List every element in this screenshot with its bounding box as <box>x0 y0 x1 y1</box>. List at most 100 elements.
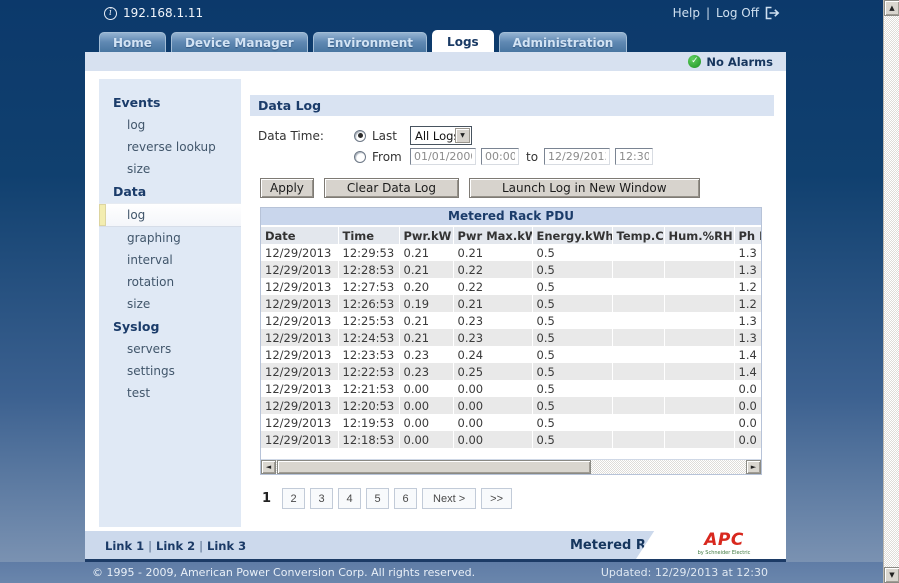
table-cell: 1.4 <box>734 363 761 380</box>
sidebar-item-data-interval[interactable]: interval <box>99 249 241 271</box>
table-cell: 1.2 <box>734 295 761 312</box>
scroll-left-button[interactable]: ◄ <box>261 460 276 474</box>
table-cell <box>664 312 734 329</box>
scroll-right-button[interactable]: ► <box>746 460 761 474</box>
sidebar-item-data-log[interactable]: log <box>99 203 241 227</box>
sidebar-item-events-log[interactable]: log <box>99 114 241 136</box>
vertical-scrollbar[interactable]: ▲ ▼ <box>883 0 899 583</box>
table-cell: 0.00 <box>399 380 453 397</box>
sidebar-item-data-size[interactable]: size <box>99 293 241 315</box>
table-cell: 0.21 <box>453 244 532 261</box>
sidebar-item-events-reverse-lookup[interactable]: reverse lookup <box>99 136 241 158</box>
from-time-input[interactable] <box>481 148 519 165</box>
table-cell: 0.20 <box>399 278 453 295</box>
to-date-input[interactable] <box>544 148 610 165</box>
table-cell: 1.3 <box>734 329 761 346</box>
column-header-temp-c: Temp.C <box>612 227 664 244</box>
table-cell: 0.0 <box>734 414 761 431</box>
last-page-button[interactable]: >> <box>481 488 512 509</box>
logoff-icon[interactable] <box>765 6 781 20</box>
footer-link-3[interactable]: Link 3 <box>207 539 246 553</box>
sidebar-item-syslog-settings[interactable]: settings <box>99 360 241 382</box>
apply-button[interactable]: Apply <box>260 178 314 198</box>
table-row: 12/29/201312:23:530.230.240.51.4 <box>261 346 761 363</box>
help-link[interactable]: Help <box>673 6 700 20</box>
table-cell: 0.5 <box>532 312 612 329</box>
table-cell: 12/29/2013 <box>261 312 338 329</box>
table-cell <box>612 431 664 448</box>
table-cell: 0.23 <box>399 363 453 380</box>
tab-bar: HomeDevice ManagerEnvironmentLogsAdminis… <box>99 30 627 53</box>
table-cell: 12:21:53 <box>338 380 399 397</box>
to-time-input[interactable] <box>615 148 653 165</box>
sidebar-section-syslog: Syslog <box>99 315 241 338</box>
table-cell <box>664 278 734 295</box>
page-button-6[interactable]: 6 <box>394 488 417 509</box>
to-label: to <box>526 150 538 164</box>
table-row: 12/29/201312:24:530.210.230.51.3 <box>261 329 761 346</box>
table-cell: 0.24 <box>453 346 532 363</box>
table-cell <box>612 397 664 414</box>
horizontal-scroll-thumb[interactable] <box>277 460 591 474</box>
logoff-link[interactable]: Log Off <box>716 6 759 20</box>
table-row: 12/29/201312:20:530.000.000.50.0 <box>261 397 761 414</box>
table-cell <box>612 380 664 397</box>
tab-environment[interactable]: Environment <box>313 32 427 53</box>
table-cell <box>664 261 734 278</box>
table-cell: 12/29/2013 <box>261 278 338 295</box>
link-separator: | <box>195 539 207 553</box>
table-cell: 0.00 <box>453 380 532 397</box>
table-row: 12/29/201312:25:530.210.230.51.3 <box>261 312 761 329</box>
launch-log-button[interactable]: Launch Log in New Window <box>469 178 700 198</box>
footer-link-2[interactable]: Link 2 <box>156 539 195 553</box>
table-cell: 0.23 <box>453 329 532 346</box>
tab-home[interactable]: Home <box>99 32 166 53</box>
page-title: Data Log <box>250 95 774 116</box>
sidebar-item-data-rotation[interactable]: rotation <box>99 271 241 293</box>
table-row: 12/29/201312:18:530.000.000.50.0 <box>261 431 761 448</box>
updated-text: Updated: 12/29/2013 at 12:30 <box>601 566 768 579</box>
log-range-select[interactable]: All Logs ▼ <box>410 126 472 145</box>
scroll-down-button[interactable]: ▼ <box>884 567 899 583</box>
sidebar-item-data-graphing[interactable]: graphing <box>99 227 241 249</box>
from-date-input[interactable] <box>410 148 476 165</box>
page-button-3[interactable]: 3 <box>310 488 333 509</box>
table-cell: 0.00 <box>399 414 453 431</box>
table-cell: 0.5 <box>532 414 612 431</box>
chevron-down-icon[interactable]: ▼ <box>455 128 470 143</box>
table-cell <box>664 329 734 346</box>
column-header-hum-rh: Hum.%RH <box>664 227 734 244</box>
table-cell <box>612 244 664 261</box>
next-page-button[interactable]: Next > <box>422 488 476 509</box>
from-radio[interactable] <box>354 151 366 163</box>
apc-logo: APC by Schneider Electric <box>636 519 786 559</box>
page-button-5[interactable]: 5 <box>366 488 389 509</box>
column-header-time: Time <box>338 227 399 244</box>
page-button-2[interactable]: 2 <box>282 488 305 509</box>
last-radio[interactable] <box>354 130 366 142</box>
footer-link-1[interactable]: Link 1 <box>105 539 144 553</box>
tab-device-manager[interactable]: Device Manager <box>171 32 308 53</box>
table-cell <box>664 397 734 414</box>
clear-data-log-button[interactable]: Clear Data Log <box>324 178 459 198</box>
page-button-4[interactable]: 4 <box>338 488 361 509</box>
page-background: i 192.168.1.11 Help | Log Off HomeDevice… <box>0 0 899 583</box>
table-cell: 1.3 <box>734 261 761 278</box>
no-alarms-badge: ✓ No Alarms <box>688 55 773 69</box>
column-header-pwr-max-kw: Pwr Max.kW <box>453 227 532 244</box>
table-cell <box>664 431 734 448</box>
bottom-bar: © 1995 - 2009, American Power Conversion… <box>0 562 883 583</box>
scroll-up-button[interactable]: ▲ <box>884 0 899 16</box>
from-filter-row: From to <box>258 146 774 167</box>
tab-administration[interactable]: Administration <box>499 32 628 53</box>
tab-logs[interactable]: Logs <box>432 30 494 53</box>
sidebar-item-syslog-servers[interactable]: servers <box>99 338 241 360</box>
column-header-ph-i: Ph I <box>734 227 761 244</box>
table-cell: 0.22 <box>453 278 532 295</box>
horizontal-scrollbar[interactable]: ◄ ► <box>261 459 761 474</box>
table-cell: 0.5 <box>532 244 612 261</box>
table-row: 12/29/201312:29:530.210.210.51.3 <box>261 244 761 261</box>
sidebar-item-syslog-test[interactable]: test <box>99 382 241 404</box>
sidebar-item-events-size[interactable]: size <box>99 158 241 180</box>
table-cell: 0.21 <box>453 295 532 312</box>
